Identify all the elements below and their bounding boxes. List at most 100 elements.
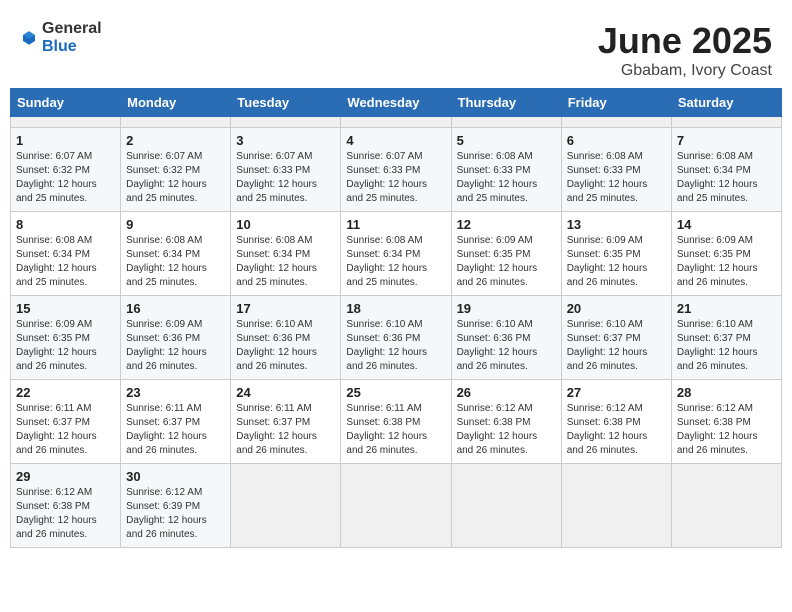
- calendar-cell: [231, 117, 341, 128]
- day-info: Sunrise: 6:10 AMSunset: 6:36 PMDaylight:…: [457, 318, 556, 374]
- day-number: 25: [346, 385, 445, 400]
- calendar-cell: 7Sunrise: 6:08 AMSunset: 6:34 PMDaylight…: [671, 128, 781, 212]
- sunset-label: Sunset: 6:37 PM: [16, 417, 90, 428]
- calendar-cell: 19Sunrise: 6:10 AMSunset: 6:36 PMDayligh…: [451, 296, 561, 380]
- sunset-label: Sunset: 6:33 PM: [567, 165, 641, 176]
- calendar-cell: [671, 117, 781, 128]
- calendar-cell: 25Sunrise: 6:11 AMSunset: 6:38 PMDayligh…: [341, 380, 451, 464]
- daylight-label: Daylight: 12 hours and 26 minutes.: [16, 431, 97, 456]
- calendar-cell: 17 Sunrise: 6:10 AMSunset: 6:36 PMDayligh…: [231, 296, 341, 380]
- daylight-label: Daylight: 12 hours and 25 minutes.: [677, 179, 758, 204]
- day-info: Sunrise: 6:10 AMSunset: 6:37 PMDaylight:…: [567, 318, 666, 374]
- calendar-cell: [341, 464, 451, 548]
- sunset-label: Sunset: 6:36 PM: [126, 333, 200, 344]
- day-info: Sunrise: 6:08 AMSunset: 6:34 PMDaylight:…: [346, 234, 445, 290]
- calendar-cell: [451, 117, 561, 128]
- calendar-cell: 3Sunrise: 6:07 AMSunset: 6:33 PMDaylight…: [231, 128, 341, 212]
- title-block: June 2025 Gbabam, Ivory Coast: [598, 20, 772, 80]
- sunset-label: Sunset: 6:34 PM: [236, 249, 310, 260]
- calendar-cell: 29Sunrise: 6:12 AMSunset: 6:38 PMDayligh…: [11, 464, 121, 548]
- day-number: 7: [677, 133, 776, 148]
- day-number: 18: [346, 301, 445, 316]
- day-info: Sunrise: 6:08 AMSunset: 6:34 PMDaylight:…: [126, 234, 225, 290]
- day-info: Sunrise: 6:10 AMSunset: 6:36 PMDaylight:…: [236, 318, 335, 374]
- day-number: 24: [236, 385, 335, 400]
- sunset-label: Sunset: 6:37 PM: [126, 417, 200, 428]
- daylight-label: Daylight: 12 hours and 26 minutes.: [457, 347, 538, 372]
- sunset-label: Sunset: 6:33 PM: [236, 165, 310, 176]
- day-number: 10: [236, 217, 335, 232]
- day-of-week-header: Monday: [121, 89, 231, 117]
- day-info: Sunrise: 6:09 AMSunset: 6:35 PMDaylight:…: [16, 318, 115, 374]
- day-info: Sunrise: 6:10 AMSunset: 6:36 PMDaylight:…: [346, 318, 445, 374]
- page-container: General Blue June 2025 Gbabam, Ivory Coa…: [10, 10, 782, 548]
- sunset-label: Sunset: 6:32 PM: [16, 165, 90, 176]
- sunset-label: Sunset: 6:35 PM: [16, 333, 90, 344]
- sunset-label: Sunset: 6:36 PM: [346, 333, 420, 344]
- calendar-week-row: 29Sunrise: 6:12 AMSunset: 6:38 PMDayligh…: [11, 464, 782, 548]
- calendar-week-row: [11, 117, 782, 128]
- calendar-cell: [451, 464, 561, 548]
- calendar-cell: 4Sunrise: 6:07 AMSunset: 6:33 PMDaylight…: [341, 128, 451, 212]
- day-info: Sunrise: 6:11 AMSunset: 6:37 PMDaylight:…: [236, 402, 335, 458]
- day-of-week-header: Wednesday: [341, 89, 451, 117]
- calendar-table: SundayMondayTuesdayWednesdayThursdayFrid…: [10, 88, 782, 548]
- sunrise-label: Sunrise: 6:10 AM: [457, 319, 533, 330]
- daylight-label: Daylight: 12 hours and 26 minutes.: [677, 431, 758, 456]
- day-info: Sunrise: 6:12 AMSunset: 6:38 PMDaylight:…: [677, 402, 776, 458]
- day-of-week-header: Saturday: [671, 89, 781, 117]
- day-number: 23: [126, 385, 225, 400]
- logo: General Blue: [20, 20, 102, 55]
- calendar-week-row: 8Sunrise: 6:08 AMSunset: 6:34 PMDaylight…: [11, 212, 782, 296]
- day-info: Sunrise: 6:09 AMSunset: 6:35 PMDaylight:…: [567, 234, 666, 290]
- day-number: 1: [16, 133, 115, 148]
- daylight-label: Daylight: 12 hours and 26 minutes.: [567, 347, 648, 372]
- sunset-label: Sunset: 6:32 PM: [126, 165, 200, 176]
- day-number: 21: [677, 301, 776, 316]
- day-info: Sunrise: 6:10 AMSunset: 6:37 PMDaylight:…: [677, 318, 776, 374]
- day-info: Sunrise: 6:12 AMSunset: 6:38 PMDaylight:…: [567, 402, 666, 458]
- calendar-cell: 16 Sunrise: 6:09 AMSunset: 6:36 PMDayligh…: [121, 296, 231, 380]
- day-info: Sunrise: 6:07 AMSunset: 6:32 PMDaylight:…: [16, 150, 115, 206]
- sunset-label: Sunset: 6:34 PM: [126, 249, 200, 260]
- day-info: Sunrise: 6:08 AMSunset: 6:34 PMDaylight:…: [16, 234, 115, 290]
- day-of-week-header: Thursday: [451, 89, 561, 117]
- sunrise-label: Sunrise: 6:08 AM: [567, 151, 643, 162]
- calendar-cell: [561, 117, 671, 128]
- sunrise-label: Sunrise: 6:09 AM: [16, 319, 92, 330]
- daylight-label: Daylight: 12 hours and 26 minutes.: [126, 431, 207, 456]
- sunrise-label: Sunrise: 6:10 AM: [567, 319, 643, 330]
- daylight-label: Daylight: 12 hours and 26 minutes.: [126, 347, 207, 372]
- day-number: 16: [126, 301, 225, 316]
- day-info: Sunrise: 6:09 AMSunset: 6:36 PMDaylight:…: [126, 318, 225, 374]
- sunrise-label: Sunrise: 6:10 AM: [346, 319, 422, 330]
- calendar-cell: [561, 464, 671, 548]
- sunset-label: Sunset: 6:35 PM: [677, 249, 751, 260]
- day-number: 5: [457, 133, 556, 148]
- calendar-subtitle: Gbabam, Ivory Coast: [598, 62, 772, 80]
- sunrise-label: Sunrise: 6:08 AM: [16, 235, 92, 246]
- calendar-cell: 12Sunrise: 6:09 AMSunset: 6:35 PMDayligh…: [451, 212, 561, 296]
- logo-text: General Blue: [42, 20, 102, 55]
- calendar-cell: [121, 117, 231, 128]
- calendar-cell: 15Sunrise: 6:09 AMSunset: 6:35 PMDayligh…: [11, 296, 121, 380]
- day-info: Sunrise: 6:07 AMSunset: 6:32 PMDaylight:…: [126, 150, 225, 206]
- day-number: 28: [677, 385, 776, 400]
- sunset-label: Sunset: 6:38 PM: [16, 501, 90, 512]
- sunset-label: Sunset: 6:38 PM: [346, 417, 420, 428]
- day-number: 29: [16, 469, 115, 484]
- calendar-cell: 1 Sunrise: 6:07 AMSunset: 6:32 PMDaylight…: [11, 128, 121, 212]
- day-number: 17: [236, 301, 335, 316]
- day-number: 3: [236, 133, 335, 148]
- calendar-cell: 20Sunrise: 6:10 AMSunset: 6:37 PMDayligh…: [561, 296, 671, 380]
- day-of-week-header: Friday: [561, 89, 671, 117]
- calendar-cell: 13Sunrise: 6:09 AMSunset: 6:35 PMDayligh…: [561, 212, 671, 296]
- day-info: Sunrise: 6:07 AMSunset: 6:33 PMDaylight:…: [346, 150, 445, 206]
- sunset-label: Sunset: 6:37 PM: [677, 333, 751, 344]
- sunrise-label: Sunrise: 6:07 AM: [346, 151, 422, 162]
- sunrise-label: Sunrise: 6:07 AM: [236, 151, 312, 162]
- calendar-cell: [231, 464, 341, 548]
- daylight-label: Daylight: 12 hours and 25 minutes.: [457, 179, 538, 204]
- calendar-cell: 22Sunrise: 6:11 AMSunset: 6:37 PMDayligh…: [11, 380, 121, 464]
- calendar-cell: 14Sunrise: 6:09 AMSunset: 6:35 PMDayligh…: [671, 212, 781, 296]
